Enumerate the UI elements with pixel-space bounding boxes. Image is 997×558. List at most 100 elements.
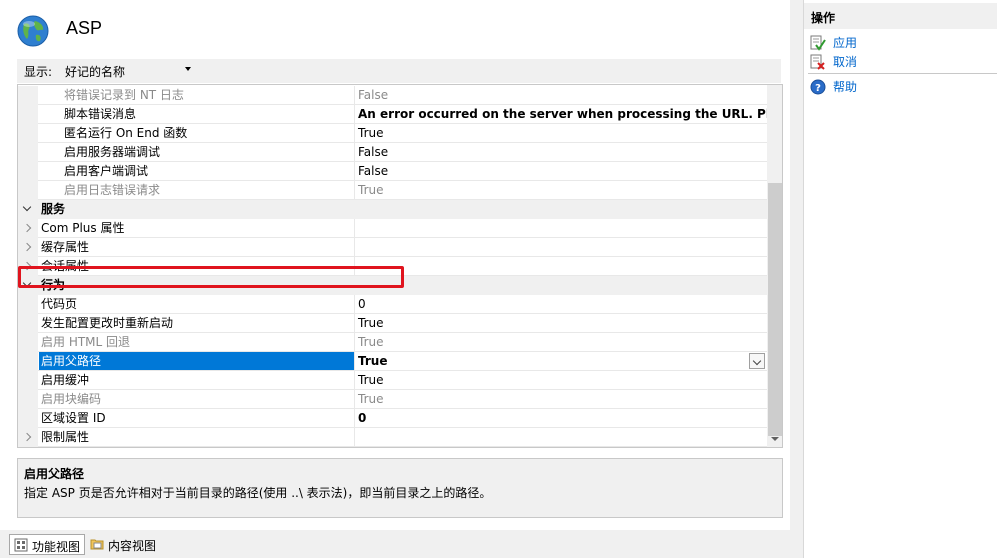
property-name: 服务: [39, 200, 355, 218]
property-name: Com Plus 属性: [39, 219, 355, 237]
property-name: 启用服务器端调试: [39, 143, 355, 161]
chevron-down-icon[interactable]: [22, 278, 32, 288]
row-gutter: [18, 314, 38, 333]
table-row[interactable]: 将错误记录到 NT 日志 False: [18, 86, 767, 105]
property-name: 匿名运行 On End 函数: [39, 124, 355, 142]
table-row[interactable]: 区域设置 ID 0: [18, 409, 767, 428]
property-value: True: [358, 335, 384, 349]
description-panel: 启用父路径 指定 ASP 页是否允许相对于当前目录的路径(使用 ..\ 表示法)…: [17, 458, 783, 518]
property-name: 启用块编码: [39, 390, 355, 408]
cancel-action[interactable]: 取消: [810, 53, 857, 71]
category-row[interactable]: 服务: [18, 200, 767, 219]
help-action[interactable]: ? 帮助: [810, 78, 857, 96]
property-value: [355, 257, 767, 275]
property-value: [355, 219, 767, 237]
chevron-right-icon[interactable]: [22, 223, 32, 233]
property-name: 启用父路径: [39, 352, 355, 370]
tab-content-label: 内容视图: [108, 539, 157, 553]
property-name: 将错误记录到 NT 日志: [39, 86, 355, 104]
display-select[interactable]: 好记的名称: [57, 59, 195, 81]
actions-divider: [808, 73, 997, 74]
vertical-scrollbar[interactable]: [767, 85, 782, 447]
table-row[interactable]: 启用父路径 True: [18, 352, 767, 371]
display-label: 显示:: [24, 65, 53, 79]
property-name: 限制属性: [39, 428, 355, 446]
property-grid[interactable]: 将错误记录到 NT 日志 False 脚本错误消息 An error occurred…: [17, 84, 783, 448]
row-gutter: [18, 333, 38, 352]
row-gutter: [18, 143, 38, 162]
property-name: 启用 HTML 回退: [39, 333, 355, 351]
help-icon: ?: [810, 79, 826, 95]
row-gutter: [18, 86, 38, 105]
page-title: ASP: [66, 18, 103, 38]
property-value: True: [358, 392, 384, 406]
table-row[interactable]: 启用 HTML 回退 True: [18, 333, 767, 352]
table-row[interactable]: Com Plus 属性: [18, 219, 767, 238]
property-value: False: [358, 88, 389, 102]
chevron-right-icon[interactable]: [22, 242, 32, 252]
property-value: True: [358, 373, 384, 387]
view-tabs-bar: 功能视图 内容视图: [0, 530, 790, 558]
property-name: 启用日志错误请求: [39, 181, 355, 199]
table-row[interactable]: 启用客户端调试 False: [18, 162, 767, 181]
table-row[interactable]: 启用缓冲 True: [18, 371, 767, 390]
row-gutter: [18, 276, 38, 295]
property-value: True: [358, 126, 384, 140]
chevron-down-icon[interactable]: [22, 202, 32, 212]
description-title: 启用父路径: [24, 467, 85, 481]
apply-action[interactable]: 应用: [810, 34, 857, 52]
property-name: 发生配置更改时重新启动: [39, 314, 355, 332]
page-header: ASP: [0, 0, 790, 56]
actions-header: 操作: [804, 3, 997, 29]
row-gutter: [18, 200, 38, 219]
value-dropdown-button[interactable]: [749, 353, 765, 369]
property-value: 0: [358, 297, 366, 311]
property-name: 脚本错误消息: [39, 105, 355, 123]
scroll-down-arrow-icon[interactable]: [771, 437, 779, 441]
property-name: 区域设置 ID: [39, 409, 355, 427]
chevron-right-icon[interactable]: [22, 261, 32, 271]
row-gutter: [18, 162, 38, 181]
display-select-value: 好记的名称: [65, 65, 126, 79]
chevron-right-icon[interactable]: [22, 432, 32, 442]
table-row[interactable]: 限制属性: [18, 428, 767, 447]
table-row[interactable]: 匿名运行 On End 函数 True: [18, 124, 767, 143]
tab-features-label: 功能视图: [32, 540, 81, 554]
row-gutter: [18, 352, 38, 371]
tab-features-view[interactable]: 功能视图: [9, 534, 86, 555]
table-row[interactable]: 启用服务器端调试 False: [18, 143, 767, 162]
apply-check-icon: [810, 35, 826, 51]
property-value: 0: [358, 411, 367, 425]
scrollbar-thumb[interactable]: [768, 183, 782, 436]
property-value: True: [358, 183, 384, 197]
category-row[interactable]: 行为: [18, 276, 767, 295]
table-row[interactable]: 启用块编码 True: [18, 390, 767, 409]
table-row[interactable]: 代码页 0: [18, 295, 767, 314]
property-value: An error occurred on the server when pro…: [358, 107, 767, 121]
property-name: 启用缓冲: [39, 371, 355, 389]
row-gutter: [18, 219, 38, 238]
table-row[interactable]: 启用日志错误请求 True: [18, 181, 767, 200]
property-value: True: [358, 316, 384, 330]
row-gutter: [18, 295, 38, 314]
main-panel: ASP 显示: 好记的名称 将错误记录到 NT 日志 False 脚本错误消息 An …: [0, 0, 790, 530]
actions-panel: 操作 应用 取消 ? 帮助: [803, 0, 997, 558]
table-row[interactable]: 脚本错误消息 An error occurred on the server wh…: [18, 105, 767, 124]
property-value: False: [358, 164, 389, 178]
row-gutter: [18, 238, 38, 257]
row-gutter: [18, 105, 38, 124]
tab-content-view[interactable]: 内容视图: [86, 534, 160, 555]
row-gutter: [18, 371, 38, 390]
property-name: 行为: [39, 276, 355, 294]
help-label: 帮助: [833, 80, 858, 94]
globe-icon: [17, 15, 49, 47]
table-row[interactable]: 缓存属性: [18, 238, 767, 257]
row-gutter: [18, 390, 38, 409]
description-text: 指定 ASP 页是否允许相对于当前目录的路径(使用 ..\ 表示法)，即当前目录…: [24, 486, 492, 500]
row-gutter: [18, 124, 38, 143]
table-row[interactable]: 发生配置更改时重新启动 True: [18, 314, 767, 333]
property-name: 启用客户端调试: [39, 162, 355, 180]
panel-splitter[interactable]: [790, 0, 803, 558]
table-row[interactable]: 会话属性: [18, 257, 767, 276]
property-value[interactable]: True: [355, 352, 767, 370]
